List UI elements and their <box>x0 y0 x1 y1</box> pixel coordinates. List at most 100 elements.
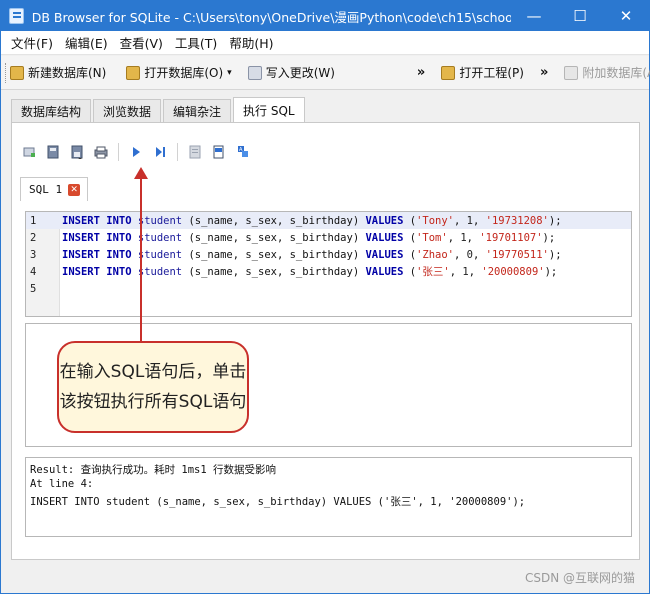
menu-help[interactable]: 帮助(H) <box>223 33 279 52</box>
menu-edit[interactable]: 编辑(E) <box>59 33 114 52</box>
sql-toolbar-separator <box>118 143 119 161</box>
column-list: (s_name, s_sex, s_birthday) <box>188 214 360 227</box>
attach-database-button[interactable]: 附加数据库(A) <box>560 60 650 86</box>
annotation-arrow-line <box>140 176 142 342</box>
execute-current-line-icon[interactable] <box>153 145 167 159</box>
line-number: 3 <box>30 248 37 261</box>
sql-toolbar: A <box>22 141 260 163</box>
sql-editor-tab[interactable]: SQL 1 ✕ <box>20 177 88 201</box>
open-project-label: 打开工程(P) <box>459 66 524 80</box>
attach-database-icon <box>564 65 579 80</box>
keyword: VALUES <box>365 214 404 227</box>
code-content: INSERT INTO student (s_name, s_sex, s_bi… <box>62 266 558 278</box>
line-number: 4 <box>30 265 37 278</box>
string-value: 'Zhao' <box>416 248 455 261</box>
code-content: INSERT INTO student (s_name, s_sex, s_bi… <box>62 231 556 244</box>
tab-database-structure[interactable]: 数据库结构 <box>11 99 92 122</box>
number-value: 1 <box>466 214 473 227</box>
table-name: student <box>137 248 183 261</box>
string-value: '19770511' <box>485 248 549 261</box>
menu-file[interactable]: 文件(F) <box>5 33 59 52</box>
menu-view[interactable]: 查看(V) <box>114 33 169 52</box>
open-database-label: 打开数据库(O) <box>144 66 224 80</box>
table-name: student <box>137 214 183 227</box>
new-database-icon <box>10 65 24 80</box>
annotation-text-line-1: 在输入SQL语句后，单击 <box>59 362 247 382</box>
find-text-icon[interactable] <box>212 145 226 159</box>
attach-database-label: 附加数据库(A) <box>582 66 650 80</box>
save-sql-file-icon[interactable] <box>70 145 84 160</box>
sql-editor[interactable]: 1 INSERT INTO student (s_name, s_sex, s_… <box>25 211 632 317</box>
column-list: (s_name, s_sex, s_birthday) <box>188 248 360 261</box>
new-database-button[interactable]: 新建数据库(N) <box>6 60 110 86</box>
main-tabs: 数据库结构 浏览数据 编辑杂注 执行 SQL <box>11 97 307 123</box>
write-changes-icon <box>247 65 262 80</box>
keyword: INSERT INTO <box>62 248 132 261</box>
code-line[interactable]: 1 INSERT INTO student (s_name, s_sex, s_… <box>26 212 631 229</box>
close-tab-icon[interactable]: ✕ <box>68 183 81 196</box>
window-controls: — ☐ ✕ <box>511 1 649 31</box>
tab-edit-pragmas[interactable]: 编辑杂注 <box>163 99 232 122</box>
find-replace-icon[interactable]: A <box>236 145 250 159</box>
line-number: 2 <box>30 231 37 244</box>
title-bar[interactable]: DB Browser for SQLite - C:\Users\tony\On… <box>1 1 649 31</box>
annotation-text-line-2: 该按钮执行所有SQL语句 <box>59 392 247 412</box>
string-value: 'Tom' <box>416 231 448 244</box>
menu-tools[interactable]: 工具(T) <box>169 33 223 52</box>
sql-toolbar-separator-2 <box>177 143 178 161</box>
table-name: student <box>137 231 183 244</box>
open-tab-icon[interactable] <box>22 145 36 159</box>
result-line-info: At line 4: <box>30 478 94 490</box>
table-name: student <box>137 266 183 278</box>
string-value: '19731208' <box>485 214 549 227</box>
maximize-button[interactable]: ☐ <box>557 1 603 31</box>
keyword: VALUES <box>365 248 404 261</box>
code-content: INSERT INTO student (s_name, s_sex, s_bi… <box>62 214 562 227</box>
open-project-icon <box>441 65 456 80</box>
svg-text:A: A <box>239 147 243 153</box>
line-number: 5 <box>30 282 37 295</box>
string-value: '20000809' <box>481 266 545 278</box>
toolbar-overflow-icon-2[interactable]: » <box>536 65 552 80</box>
number-value: 1 <box>462 266 469 278</box>
string-value: '张三' <box>416 266 450 278</box>
toolbar-overflow-icon[interactable]: » <box>413 65 429 80</box>
write-changes-button[interactable]: 写入更改(W) <box>244 60 339 86</box>
code-line[interactable]: 4 INSERT INTO student (s_name, s_sex, s_… <box>26 263 631 280</box>
message-pane[interactable]: Result: 查询执行成功。耗时 1ms1 行数据受影响 At line 4:… <box>25 457 632 537</box>
annotation-arrow-head-icon <box>134 167 148 179</box>
result-message: Result: 查询执行成功。耗时 1ms1 行数据受影响 <box>30 464 277 476</box>
string-value: 'Tony' <box>416 214 455 227</box>
number-value: 0 <box>466 248 473 261</box>
save-results-icon[interactable] <box>188 145 202 159</box>
new-database-label: 新建数据库(N) <box>28 66 107 80</box>
close-button[interactable]: ✕ <box>603 1 649 31</box>
open-sql-file-icon[interactable] <box>46 145 60 159</box>
number-value: 1 <box>460 231 467 244</box>
annotation-callout: 在输入SQL语句后，单击 该按钮执行所有SQL语句 <box>57 341 249 433</box>
string-value: '19701107' <box>479 231 543 244</box>
line-number: 1 <box>30 214 37 227</box>
print-icon[interactable] <box>94 145 108 159</box>
watermark: CSDN @互联网的猫 <box>524 571 635 585</box>
keyword: INSERT INTO <box>62 214 132 227</box>
keyword: INSERT INTO <box>62 231 132 244</box>
code-line[interactable]: 3 INSERT INTO student (s_name, s_sex, s_… <box>26 246 631 263</box>
sql-tab-label: SQL 1 <box>29 183 63 196</box>
open-database-dropdown-icon[interactable]: ▾ <box>227 68 232 78</box>
app-window: DB Browser for SQLite - C:\Users\tony\On… <box>0 0 650 594</box>
minimize-button[interactable]: — <box>511 1 557 31</box>
execute-all-icon[interactable] <box>129 145 143 159</box>
write-changes-label: 写入更改(W) <box>265 66 335 80</box>
app-icon <box>9 8 24 24</box>
main-toolbar: 新建数据库(N) 打开数据库(O) ▾ 写入更改(W) » 打开工程(P) » … <box>1 56 650 90</box>
code-line[interactable]: 5 <box>26 280 631 297</box>
open-database-icon <box>126 65 141 80</box>
result-statement: INSERT INTO student (s_name, s_sex, s_bi… <box>30 496 526 508</box>
open-project-button[interactable]: 打开工程(P) <box>437 60 528 86</box>
open-database-button[interactable]: 打开数据库(O) ▾ <box>122 60 235 86</box>
tab-browse-data[interactable]: 浏览数据 <box>93 99 162 122</box>
code-line[interactable]: 2 INSERT INTO student (s_name, s_sex, s_… <box>26 229 631 246</box>
tab-execute-sql[interactable]: 执行 SQL <box>233 97 305 122</box>
keyword: VALUES <box>365 266 404 278</box>
